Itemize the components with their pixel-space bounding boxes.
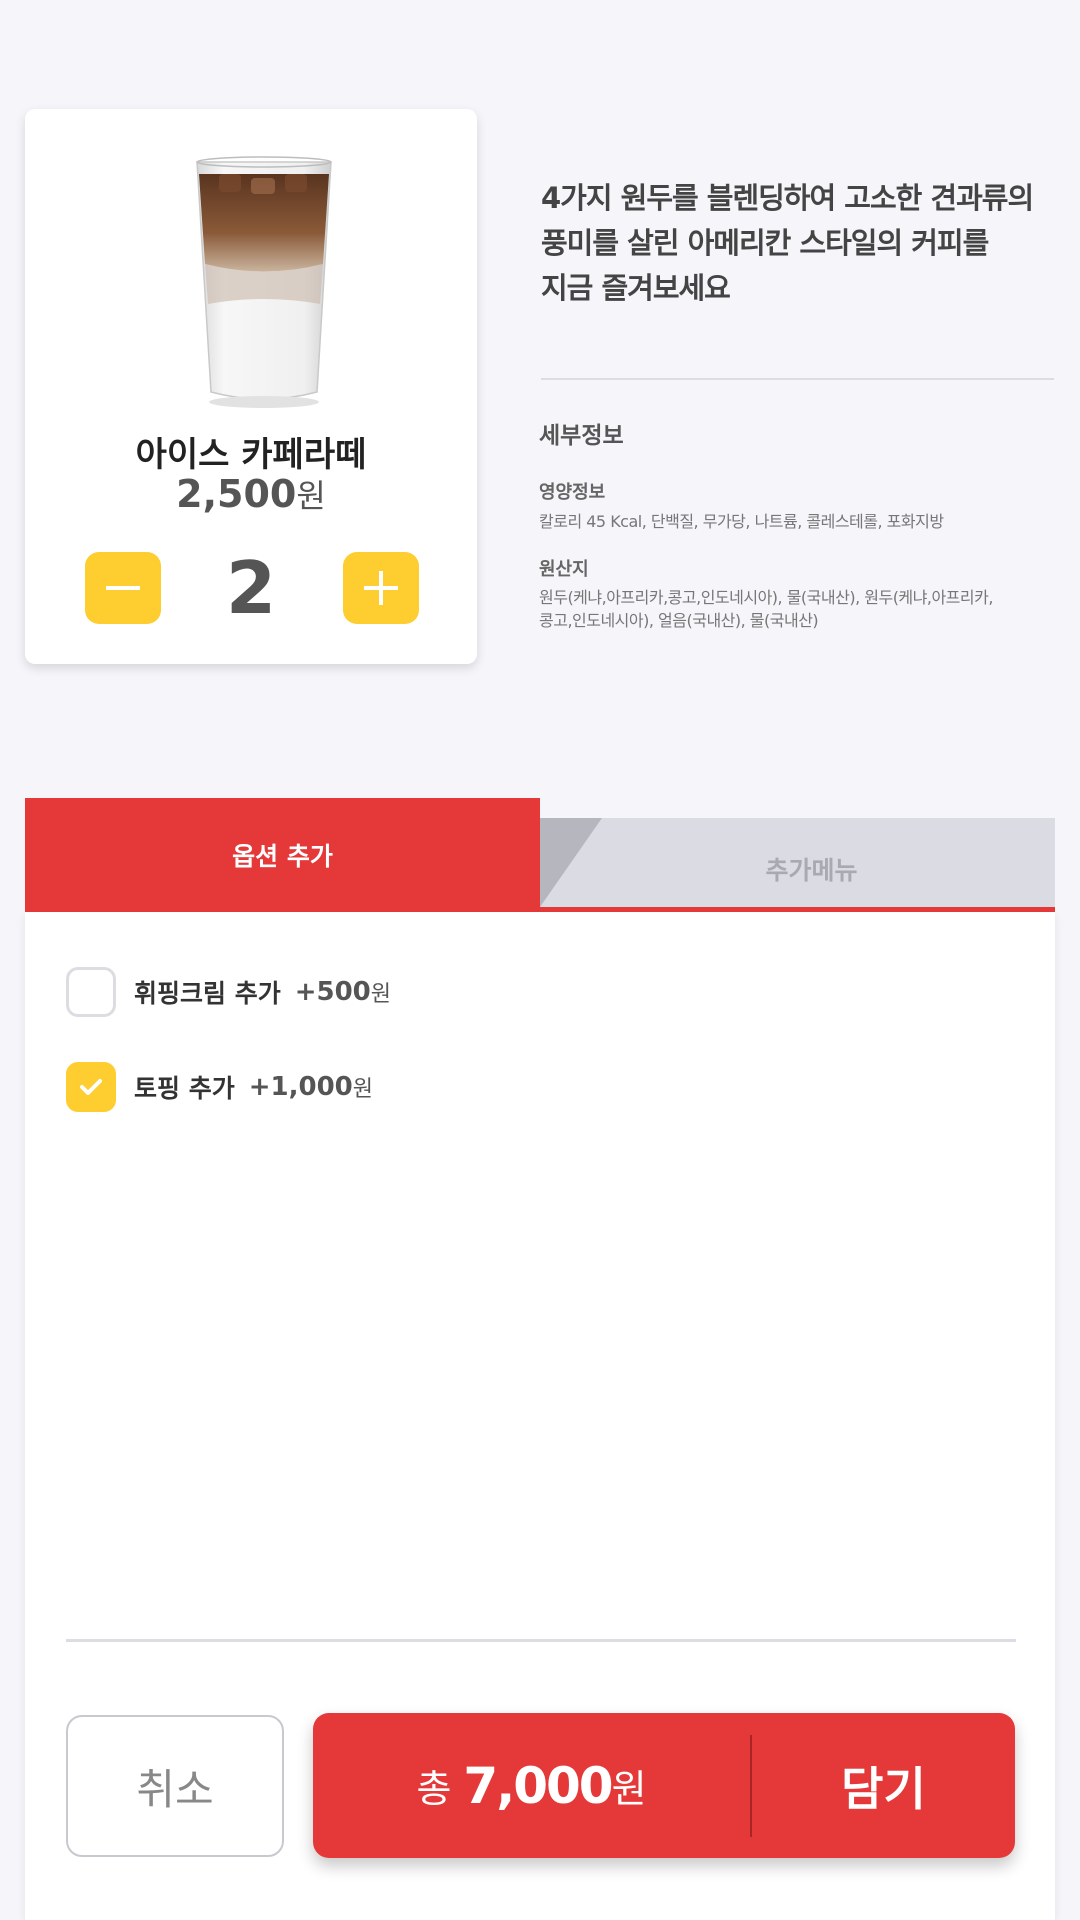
description-divider xyxy=(541,378,1054,380)
nutrition-text: 칼로리 45 Kcal, 단백질, 무가당, 나트륨, 콜레스테롤, 포화지방 xyxy=(539,512,944,531)
plus-icon xyxy=(364,571,398,605)
product-card: 아이스 카페라떼 2,500원 2 xyxy=(25,109,477,664)
option-price: +500 xyxy=(294,977,371,1007)
checkmark-icon xyxy=(80,1079,102,1095)
iced-latte-icon xyxy=(196,156,332,408)
quantity-increase-button[interactable] xyxy=(343,552,419,624)
origin-text-line: 콩고,인도네시아), 얼음(국내산), 물(국내산) xyxy=(539,611,819,630)
quantity-value: 2 xyxy=(225,546,277,630)
option-price-unit: 원 xyxy=(352,1077,373,1102)
add-label: 담기 xyxy=(841,1761,926,1816)
option-price-unit: 원 xyxy=(370,982,392,1007)
tab-bar-underline xyxy=(25,907,1055,912)
product-description: 4가지 원두를 블렌딩하여 고소한 견과류의 풍미를 살린 아메리칸 스타일의 … xyxy=(541,176,1061,311)
option-whipped-cream[interactable]: 휘핑크림 추가 +500 원 xyxy=(66,966,391,1018)
description-line: 풍미를 살린 아메리칸 스타일의 커피를 xyxy=(541,226,989,260)
tab-add-options-label: 옵션 추가 xyxy=(232,841,333,871)
quantity-decrease-button[interactable] xyxy=(85,552,161,624)
product-price-unit: 원 xyxy=(296,477,326,515)
minus-icon xyxy=(106,586,140,590)
origin-text: 원두(케냐,아프리카,콩고,인도네시아), 물(국내산), 원두(케냐,아프리카… xyxy=(539,586,1059,632)
option-label: 휘핑크림 추가 xyxy=(134,979,281,1008)
tab-extra-menu[interactable]: 추가메뉴 xyxy=(540,818,1055,907)
product-price: 2,500원 xyxy=(25,471,477,517)
tab-add-options[interactable]: 옵션 추가 xyxy=(25,798,540,909)
add-to-cart-button[interactable]: 총 7,000 원 담기 xyxy=(313,1713,1015,1858)
option-price: +1,000 xyxy=(248,1072,353,1102)
product-name: 아이스 카페라떼 xyxy=(135,435,367,475)
description-line: 지금 즐겨보세요 xyxy=(541,271,731,305)
total-unit: 원 xyxy=(611,1767,647,1811)
option-label: 토핑 추가 xyxy=(134,1074,235,1103)
total-amount: 7,000 xyxy=(463,1756,613,1815)
origin-label: 원산지 xyxy=(539,559,589,580)
option-topping[interactable]: 토핑 추가 +1,000 원 xyxy=(66,1061,373,1113)
origin-text-line: 원두(케냐,아프리카,콩고,인도네시아), 물(국내산), 원두(케냐,아프리카… xyxy=(539,588,993,607)
cart-total: 총 7,000 원 xyxy=(313,1713,750,1858)
cancel-button[interactable]: 취소 xyxy=(66,1715,284,1857)
description-line: 4가지 원두를 블렌딩하여 고소한 견과류의 xyxy=(541,181,1034,215)
total-label: 총 xyxy=(416,1767,452,1811)
details-title: 세부정보 xyxy=(539,423,624,449)
option-checkbox-unchecked[interactable] xyxy=(66,967,116,1017)
option-checkbox-checked[interactable] xyxy=(66,1062,116,1112)
product-price-value: 2,500 xyxy=(176,472,297,516)
nutrition-label: 영양정보 xyxy=(539,482,606,503)
tab-shadow xyxy=(540,818,602,907)
panel-divider xyxy=(66,1639,1016,1642)
tab-extra-menu-label: 추가메뉴 xyxy=(765,855,858,885)
